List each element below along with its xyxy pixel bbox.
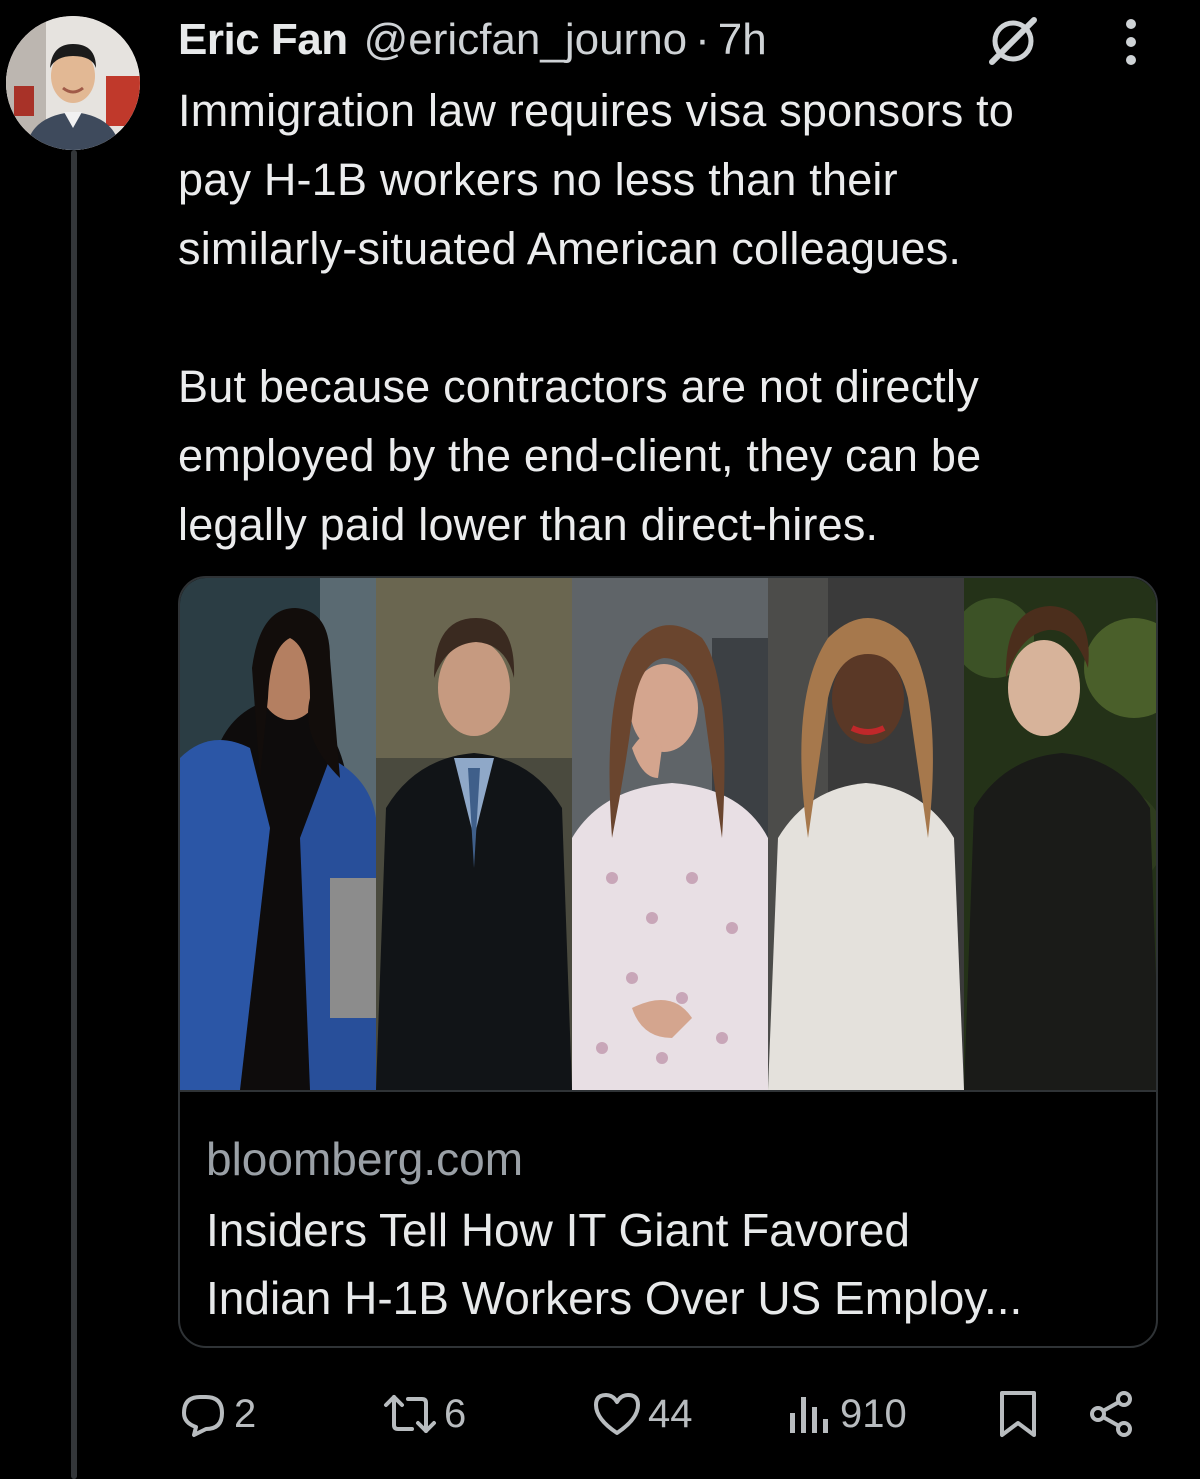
grok-icon[interactable] [986, 14, 1040, 68]
avatar[interactable] [6, 16, 140, 150]
photo-young-man-dark-shirt [964, 578, 1156, 1090]
timestamp[interactable]: 7h [718, 15, 767, 65]
heart-icon [594, 1393, 640, 1435]
card-image [180, 578, 1156, 1090]
link-card[interactable]: bloomberg.com Insiders Tell How IT Giant… [178, 576, 1158, 1348]
tweet-header: Eric Fan @ericfan_journo · 7h [178, 10, 1168, 70]
thread-line [71, 150, 77, 1479]
bookmark-icon [1000, 1391, 1036, 1437]
share-icon [1090, 1391, 1132, 1437]
bookmark-button[interactable] [996, 1384, 1040, 1444]
repost-button[interactable]: 6 [382, 1384, 466, 1444]
like-count: 44 [648, 1391, 693, 1436]
repost-count: 6 [444, 1391, 467, 1436]
reply-button[interactable]: 2 [178, 1384, 256, 1444]
views-button[interactable]: 910 [788, 1384, 907, 1444]
action-bar: 2 6 44 910 [178, 1384, 1158, 1444]
more-options-icon[interactable] [1124, 18, 1138, 66]
separator-dot: · [695, 15, 710, 64]
author-handle[interactable]: @ericfan_journo [364, 15, 688, 65]
card-domain: bloomberg.com [206, 1133, 524, 1185]
reply-count: 2 [234, 1391, 257, 1436]
card-footer: bloomberg.com Insiders Tell How IT Giant… [180, 1090, 1156, 1346]
tweet-text: Immigration law requires visa sponsors t… [178, 85, 1015, 550]
views-count: 910 [840, 1391, 907, 1436]
like-button[interactable]: 44 [592, 1384, 693, 1444]
share-button[interactable] [1086, 1384, 1136, 1444]
photo-woman-blue-jacket [180, 578, 376, 1090]
card-title: Insiders Tell How IT Giant Favored India… [206, 1204, 1023, 1324]
reply-icon [182, 1395, 224, 1437]
author-name[interactable]: Eric Fan [178, 15, 348, 65]
photo-man-dark-coat [376, 578, 572, 1090]
photo-woman-floral-dress [572, 578, 768, 1090]
repost-icon [384, 1395, 436, 1433]
photo-woman-white-sweater [768, 578, 964, 1090]
views-chart-icon [790, 1397, 828, 1433]
